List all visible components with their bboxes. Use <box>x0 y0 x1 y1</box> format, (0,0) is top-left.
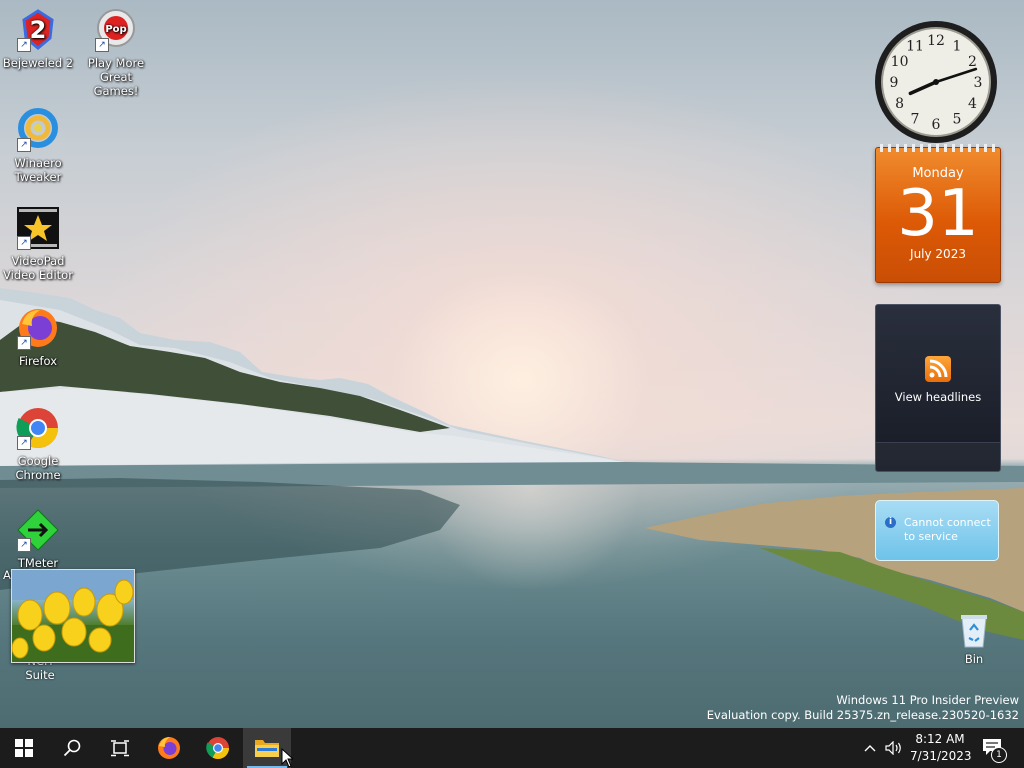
clock-numeral: 8 <box>895 96 904 112</box>
desktop-icon-label: Google Chrome <box>15 454 61 482</box>
show-hidden-icons-button[interactable] <box>860 738 880 758</box>
chrome-icon <box>206 737 229 759</box>
volume-button[interactable] <box>884 738 904 758</box>
calendar-rings <box>880 144 996 152</box>
notification-count-badge: 1 <box>991 747 1007 763</box>
weather-error-message: Cannot connect to service <box>904 516 991 544</box>
weather-error-line2: to service <box>904 530 958 543</box>
recycle-bin-icon <box>958 612 990 648</box>
clock-button[interactable]: 8:12 AM 7/31/2023 <box>910 731 972 765</box>
clock-numeral: 7 <box>911 111 920 127</box>
taskbar-date: 7/31/2023 <box>910 749 972 763</box>
shortcut-arrow-icon: ↗ <box>17 336 31 350</box>
feed-gadget-footer <box>876 442 1000 471</box>
taskbar-time: 8:12 AM <box>915 732 965 746</box>
wallpaper-landscape <box>0 288 1024 640</box>
clock-numeral: 4 <box>968 96 977 112</box>
clock-numeral: 6 <box>932 117 941 133</box>
desktop-icon-chrome[interactable]: ↗ Google Chrome <box>0 406 77 482</box>
desktop-icon-label: Bejeweled 2 <box>2 56 74 70</box>
tulips-photo <box>12 570 134 662</box>
calendar-day-number: 31 <box>897 177 979 251</box>
tmeter-icon: ↗ <box>16 508 60 552</box>
clock-numeral: 1 <box>953 39 962 55</box>
desktop-icon-popcap[interactable]: Pop ↗ Play More Great Games! <box>77 8 155 98</box>
speaker-icon <box>885 741 901 755</box>
desktop-icon-recycle-bin[interactable]: Bin <box>950 608 998 666</box>
desktop-icon-firefox[interactable]: ↗ Firefox <box>0 306 77 368</box>
desktop-icon-label: VideoPad Video Editor <box>3 254 73 282</box>
watermark-line1: Windows 11 Pro Insider Preview <box>836 693 1019 707</box>
svg-text:Pop: Pop <box>105 24 126 35</box>
clock-numeral: 2 <box>968 54 977 70</box>
shortcut-arrow-icon: ↗ <box>17 236 31 250</box>
taskbar: 8:12 AM 7/31/2023 1 <box>0 728 1024 768</box>
popcap-icon: Pop ↗ <box>94 8 138 52</box>
desktop-icon-label: Winaero Tweaker <box>14 156 62 184</box>
desktop[interactable]: 2 ↗ Bejeweled 2 Pop ↗ Play More Great Ga… <box>0 0 1024 728</box>
search-icon <box>63 739 81 757</box>
chrome-icon: ↗ <box>16 406 60 450</box>
shortcut-arrow-icon: ↗ <box>17 538 31 552</box>
windows-logo-icon <box>15 739 33 757</box>
feed-headlines-gadget[interactable]: View headlines <box>875 304 1001 472</box>
clock-numeral: 9 <box>890 75 899 91</box>
desktop-icon-label: Play More Great Games! <box>87 56 145 98</box>
firefox-icon: ↗ <box>16 306 60 350</box>
clock-numeral: 10 <box>891 54 909 70</box>
evaluation-watermark: Windows 11 Pro Insider Preview Evaluatio… <box>707 693 1019 723</box>
rss-icon <box>925 356 951 382</box>
desktop-icon-videopad[interactable]: ↗ VideoPad Video Editor <box>0 206 77 282</box>
weather-error-line1: Cannot connect <box>904 516 991 529</box>
search-button[interactable] <box>48 728 96 768</box>
shortcut-arrow-icon: ↗ <box>17 38 31 52</box>
task-view-button[interactable] <box>96 728 144 768</box>
view-headlines-link[interactable]: View headlines <box>876 390 1000 404</box>
recycle-bin-label: Bin <box>964 652 984 666</box>
taskbar-firefox[interactable] <box>145 728 193 768</box>
folder-icon <box>255 740 279 757</box>
calendar-gadget[interactable]: Monday 31 July 2023 <box>875 144 1001 283</box>
shortcut-arrow-icon: ↗ <box>17 436 31 450</box>
taskbar-chrome[interactable] <box>194 728 242 768</box>
chevron-up-icon <box>864 745 876 752</box>
weather-gadget[interactable]: i Cannot connect to service <box>875 500 999 561</box>
clock-gadget[interactable]: 12 12 3 45678 9 1011 <box>874 20 998 144</box>
shortcut-arrow-icon: ↗ <box>17 138 31 152</box>
firefox-icon <box>158 737 180 759</box>
clock-numeral: 11 <box>906 39 924 55</box>
calendar-month-year: July 2023 <box>910 247 966 261</box>
desktop-icon-label: Firefox <box>18 354 58 368</box>
slideshow-gadget[interactable] <box>11 569 135 663</box>
desktop-icon-bejeweled[interactable]: 2 ↗ Bejeweled 2 <box>0 8 77 70</box>
info-icon: i <box>885 517 896 528</box>
notifications-button[interactable]: 1 <box>978 734 1008 763</box>
shortcut-arrow-icon: ↗ <box>95 38 109 52</box>
desktop-icon-tmeter[interactable]: ↗ TMeter <box>0 508 77 570</box>
mouse-cursor-icon <box>281 748 293 768</box>
bejeweled-icon: 2 ↗ <box>16 8 60 52</box>
svg-text:2: 2 <box>30 16 47 44</box>
videopad-icon: ↗ <box>16 206 60 250</box>
clock-numeral: 5 <box>953 111 962 127</box>
task-view-icon <box>111 740 129 757</box>
start-button[interactable] <box>0 728 48 768</box>
clock-numeral: 12 <box>927 33 945 49</box>
winaero-tweaker-icon: ↗ <box>16 108 60 152</box>
desktop-icon-winaero[interactable]: ↗ Winaero Tweaker <box>0 108 77 184</box>
watermark-line2: Evaluation copy. Build 25375.zn_release.… <box>706 708 1019 722</box>
clock-numeral: 3 <box>974 75 983 91</box>
